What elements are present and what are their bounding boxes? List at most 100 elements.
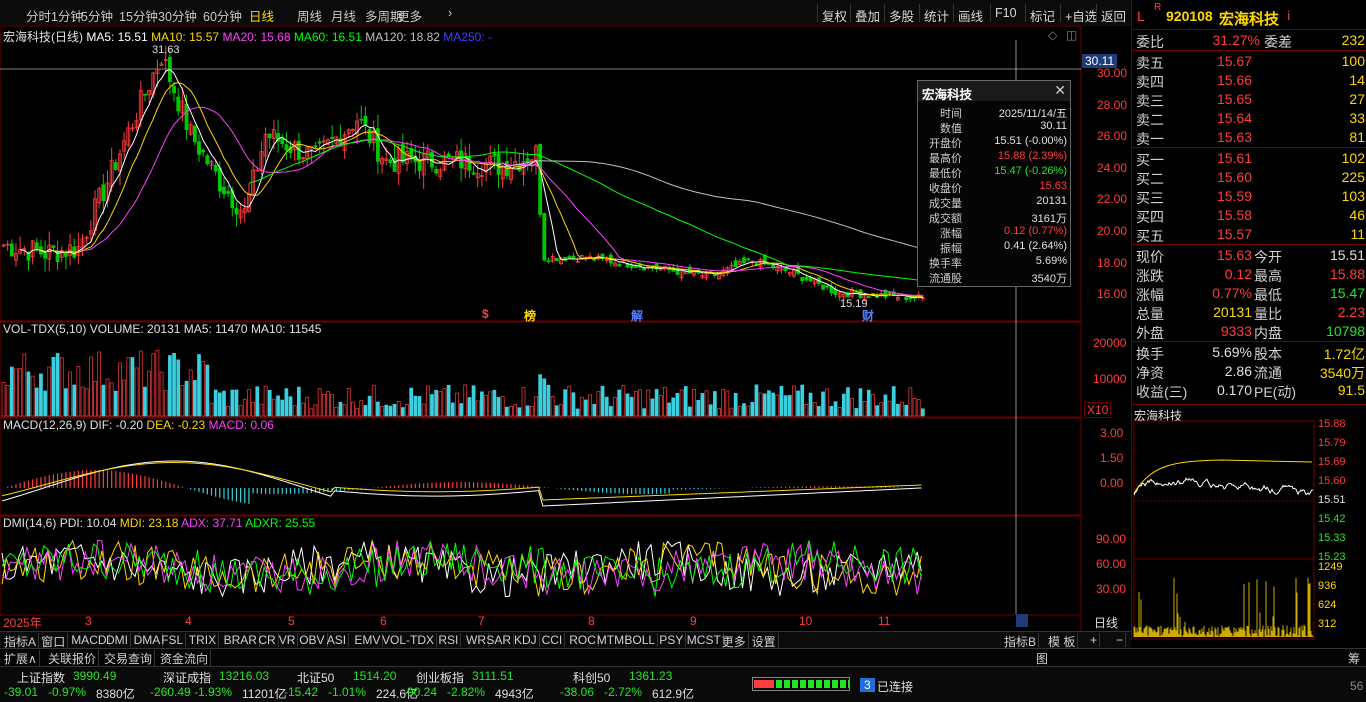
chip-tab[interactable]: 筹	[1346, 650, 1362, 667]
toolbar-button[interactable]: 标记	[1030, 6, 1055, 25]
index-name[interactable]: 科创50	[573, 669, 610, 686]
indicator-tab[interactable]: KDJ	[512, 633, 540, 647]
ask-row[interactable]: 卖五 15.67 100	[1132, 52, 1366, 71]
volume-bar	[846, 387, 850, 417]
date-label: 5	[288, 614, 295, 628]
index-name[interactable]: 创业板指	[416, 669, 464, 686]
indicator-tab-right[interactable]: +	[1088, 633, 1101, 647]
extension-tab[interactable]: 扩展∧	[2, 650, 40, 667]
ask-row[interactable]: 卖四 15.66 14	[1132, 71, 1366, 90]
index-value: 3111.51	[472, 669, 514, 683]
volume-bar	[841, 393, 846, 417]
period-tab[interactable]: 15分钟	[119, 6, 158, 25]
indicator-tab[interactable]: BRAR	[222, 633, 260, 647]
indicator-tab[interactable]: BOLL	[622, 633, 659, 647]
weicha-label: 委差	[1264, 34, 1292, 50]
extension-tab[interactable]: 资金流向	[158, 650, 212, 667]
toolbar-button[interactable]: 复权	[822, 6, 847, 25]
volume-bar	[717, 408, 721, 417]
close-icon[interactable]: ✕	[1054, 82, 1066, 99]
bid-row[interactable]: 买三 15.59 103	[1132, 187, 1366, 206]
volume-bar	[355, 408, 359, 417]
volume-bar	[904, 404, 909, 417]
indicator-tab[interactable]: CCI	[540, 633, 566, 647]
candle-body	[143, 93, 147, 96]
info-icon[interactable]: ⅰ	[1287, 9, 1290, 23]
bid-volume: 46	[1349, 207, 1365, 223]
volume-bar	[679, 389, 684, 417]
indicator-tab[interactable]: EMV	[352, 633, 384, 647]
tooltip-key: 成交额	[929, 213, 962, 225]
toolbar-button[interactable]: 多股	[889, 6, 914, 25]
extension-tab[interactable]: 关联报价	[46, 650, 100, 667]
index-name[interactable]: 北证50	[297, 669, 334, 686]
event-marker[interactable]: 财	[862, 307, 874, 324]
indicator-tab[interactable]: VOL-TDX	[380, 633, 438, 647]
volume-bar	[184, 380, 189, 417]
volume-bar	[617, 389, 622, 417]
connection-status[interactable]: 已连接	[877, 678, 913, 695]
chart-mode-tab[interactable]: 图	[1034, 650, 1050, 667]
indicator-tab[interactable]: RSI	[436, 633, 462, 647]
volume-bar	[858, 388, 863, 417]
period-tab[interactable]: 30分钟	[158, 6, 197, 25]
period-tab[interactable]: 5分钟	[81, 6, 113, 25]
bid-row[interactable]: 买一 15.61 102	[1132, 149, 1366, 168]
toolbar-button[interactable]: 统计	[924, 6, 949, 25]
period-tab[interactable]: 分时	[26, 6, 51, 25]
indicator-tab[interactable]: DMI	[104, 633, 131, 647]
indicator-tab[interactable]: TRIX	[187, 633, 220, 647]
ma-line	[40, 82, 923, 298]
event-marker[interactable]: 解	[631, 307, 643, 324]
bid-row[interactable]: 买四 15.58 46	[1132, 206, 1366, 225]
indicator-tab[interactable]: CR	[256, 633, 279, 647]
quote-value: 0.12	[1224, 266, 1252, 282]
volume-bar	[792, 385, 796, 417]
indicator-tab-right[interactable]: −	[1114, 633, 1127, 647]
candle-body	[388, 159, 393, 163]
indicator-tab[interactable]: SAR	[484, 633, 515, 647]
indicator-tab[interactable]: FSL	[159, 633, 187, 647]
diamond-icon[interactable]: ◇	[1048, 28, 1057, 42]
toolbar-button[interactable]: 返回	[1101, 6, 1126, 25]
volume-bar	[862, 401, 867, 417]
event-marker[interactable]: 榜	[524, 307, 536, 324]
window-toggle-icon[interactable]: ◫	[1066, 28, 1077, 42]
period-tab[interactable]: 月线	[331, 6, 356, 25]
ask-price: 15.65	[1216, 91, 1252, 107]
bid-label: 买一	[1136, 152, 1164, 168]
toolbar-button[interactable]: +自选	[1065, 6, 1097, 25]
period-tab[interactable]: 日线	[249, 6, 274, 25]
volume-bar	[471, 385, 476, 417]
bid-row[interactable]: 买五 15.57 11	[1132, 225, 1366, 244]
indicator-tab[interactable]: ASI	[325, 633, 350, 647]
event-marker[interactable]: $	[482, 307, 489, 321]
indicator-tab[interactable]: VR	[277, 633, 299, 647]
toolbar-button[interactable]: 画线	[958, 6, 983, 25]
period-tab[interactable]: 周线	[297, 6, 322, 25]
ask-row[interactable]: 卖一 15.63 81	[1132, 128, 1366, 147]
index-name[interactable]: 上证指数	[17, 669, 65, 686]
ask-row[interactable]: 卖三 15.65 27	[1132, 90, 1366, 109]
indicator-tab[interactable]: PSY	[657, 633, 687, 647]
period-tab[interactable]: 60分钟	[203, 6, 242, 25]
mini-intraday-chart[interactable]: 宏海科技 15.88 15.79 15.69 15.60 15.51 15.42 15.33…	[1132, 404, 1366, 640]
macd-name: MACD(12,26,9)	[3, 418, 87, 432]
quote-key: 今开	[1254, 249, 1282, 265]
index-name[interactable]: 深证成指	[163, 669, 211, 686]
candle-body	[234, 208, 239, 215]
chevron-right-icon[interactable]: ›	[448, 6, 452, 20]
period-tab[interactable]: 1分钟	[51, 6, 83, 25]
toolbar-button[interactable]: 叠加	[855, 6, 880, 25]
indicator-tab[interactable]: OBV	[297, 633, 328, 647]
candle-body	[821, 284, 825, 290]
volume-bar	[600, 385, 605, 417]
candle-body	[359, 118, 364, 121]
toolbar-button[interactable]: F10	[995, 6, 1017, 20]
indicator-tab[interactable]: MCST	[685, 633, 724, 647]
volume-bar	[209, 402, 214, 417]
bid-row[interactable]: 买二 15.60 225	[1132, 168, 1366, 187]
ask-row[interactable]: 卖二 15.64 33	[1132, 109, 1366, 128]
period-tab[interactable]: 更多	[397, 6, 422, 25]
extension-tab[interactable]: 交易查询	[102, 650, 156, 667]
